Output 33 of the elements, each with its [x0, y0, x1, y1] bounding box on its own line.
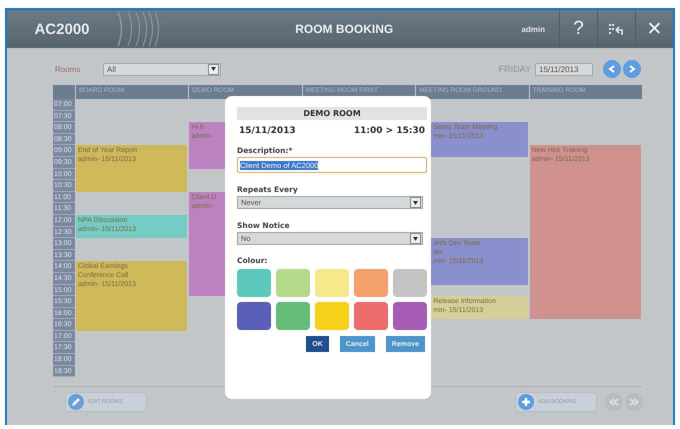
- plus-icon: [518, 394, 534, 410]
- date-field[interactable]: 15/11/2013: [535, 62, 593, 76]
- previous-button[interactable]: [603, 60, 621, 78]
- app-logo: AC2000: [34, 20, 90, 38]
- colour-swatch[interactable]: [393, 269, 427, 297]
- colour-swatch[interactable]: [237, 269, 271, 297]
- rewind-icon: [609, 398, 619, 406]
- dialog-title: DEMO ROOM: [237, 107, 427, 120]
- logout-icon: [608, 22, 624, 36]
- forward-icon: [629, 398, 639, 406]
- user-name: admin: [521, 24, 545, 34]
- caret-icon: [410, 197, 421, 208]
- rooms-select[interactable]: All: [103, 62, 221, 76]
- header-cell: [53, 85, 75, 99]
- colour-swatch[interactable]: [354, 302, 388, 330]
- rooms-label: Rooms: [55, 64, 82, 74]
- caret-icon: [410, 233, 421, 244]
- previous-button[interactable]: [605, 393, 623, 411]
- help-button[interactable]: ?: [559, 10, 597, 48]
- colour-swatch[interactable]: [354, 269, 388, 297]
- close-button[interactable]: ✕: [635, 10, 673, 48]
- colour-swatch[interactable]: [315, 269, 349, 297]
- colour-swatch[interactable]: [276, 269, 310, 297]
- pencil-icon: [68, 394, 84, 410]
- booking-date: 15/11/2013: [239, 126, 296, 136]
- colour-swatch[interactable]: [276, 302, 310, 330]
- colour-swatch[interactable]: [393, 302, 427, 330]
- colour-swatch[interactable]: [315, 302, 349, 330]
- next-button[interactable]: [625, 393, 643, 411]
- caret-icon: [208, 64, 219, 74]
- colour-swatch[interactable]: [237, 302, 271, 330]
- next-button[interactable]: [623, 60, 641, 78]
- page-title: ROOM BOOKING: [294, 22, 394, 36]
